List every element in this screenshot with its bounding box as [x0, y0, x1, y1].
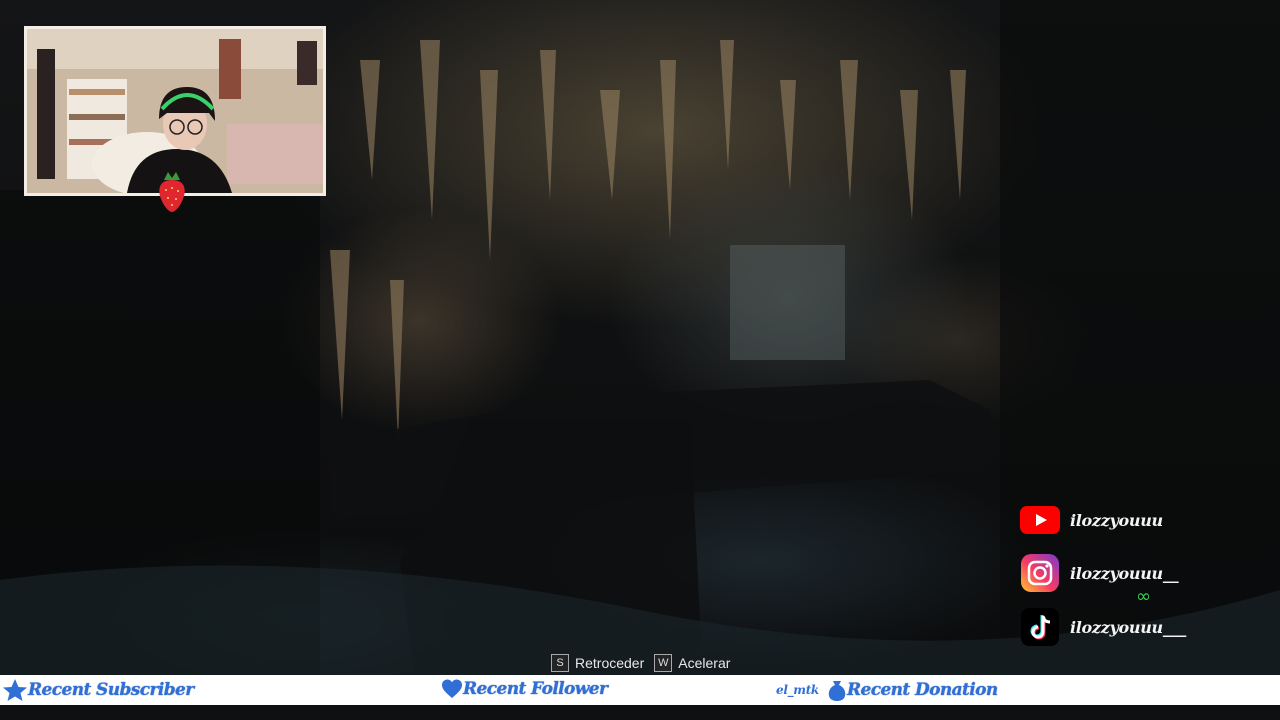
- recent-follower: Recent Follower: [441, 678, 608, 700]
- key-w: W: [654, 654, 673, 672]
- instagram-icon: [1020, 553, 1060, 593]
- recent-follower-label: Recent Follower: [463, 679, 608, 699]
- hint-acelerar: Acelerar: [678, 655, 731, 671]
- tiktok-link[interactable]: ilozzyouuu___: [1020, 607, 1186, 647]
- control-hints: S Retroceder W Acelerar: [551, 654, 734, 672]
- stream-alerts-bar: Recent Subscriber Recent Follower el_mtk…: [0, 675, 1280, 705]
- infinity-icon: ∞: [1136, 586, 1151, 607]
- youtube-handle: ilozzyouuu: [1070, 510, 1163, 530]
- recent-subscriber: Recent Subscriber: [2, 678, 194, 702]
- tiktok-handle: ilozzyouuu___: [1070, 617, 1186, 637]
- hint-retroceder: Retroceder: [575, 655, 645, 671]
- recent-donation-label: Recent Donation: [846, 680, 998, 700]
- instagram-handle: ilozzyouuu__: [1070, 563, 1179, 583]
- youtube-icon: [1020, 500, 1060, 540]
- heart-icon: [442, 679, 462, 698]
- recent-donation: el_mtk Recent Donation: [776, 678, 998, 702]
- social-links-panel: ilozzyouuu ilozzyouuu__ ∞ ilozzyouuu___: [1020, 500, 1220, 650]
- bottom-edge: [0, 705, 1280, 720]
- youtube-link[interactable]: ilozzyouuu: [1020, 500, 1163, 540]
- instagram-link[interactable]: ilozzyouuu__: [1020, 553, 1179, 593]
- strawberry-icon: [159, 172, 185, 212]
- star-icon: [3, 679, 27, 701]
- recent-donation-value: el_mtk: [776, 683, 819, 697]
- recent-subscriber-label: Recent Subscriber: [28, 680, 194, 700]
- tiktok-icon: [1020, 607, 1060, 647]
- key-s: S: [551, 654, 569, 672]
- money-bag-icon: [828, 681, 846, 701]
